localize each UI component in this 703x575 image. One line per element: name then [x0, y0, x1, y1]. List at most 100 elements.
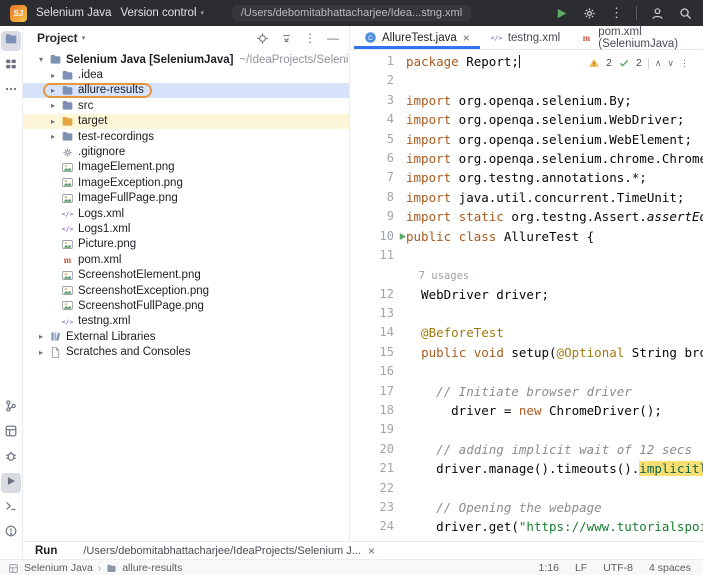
chevron-right-icon[interactable]: ▸	[47, 132, 59, 141]
chevron-right-icon[interactable]: ▸	[47, 117, 59, 126]
encoding-widget[interactable]: UTF-8	[603, 562, 633, 574]
tab-testng-xml[interactable]: </>testng.xml	[480, 26, 570, 49]
code-text[interactable]: import java.util.concurrent.TimeUnit;	[406, 188, 703, 207]
code-text[interactable]	[406, 420, 703, 439]
project-menu-button[interactable]: Selenium Java	[36, 7, 111, 19]
chevron-down-icon[interactable]: ▾	[35, 55, 47, 64]
prev-problem-button[interactable]: ∧	[655, 58, 662, 69]
code-text[interactable]: 7 usages	[406, 265, 703, 284]
code-text[interactable]	[406, 479, 703, 498]
code-text[interactable]: WebDriver driver;	[406, 285, 703, 304]
close-run-tab-icon[interactable]: ×	[368, 544, 375, 558]
tree-item-label: src	[78, 100, 93, 112]
app-logo[interactable]: SJ	[10, 5, 27, 22]
tree-item-pom-xml[interactable]: mpom.xml	[23, 252, 349, 267]
tree-item-logs-xml[interactable]: </>Logs.xml	[23, 206, 349, 221]
code-text[interactable]: driver = new ChromeDriver();	[406, 401, 703, 420]
run-tab[interactable]: /Users/debomitabhattacharjee/IdeaProject…	[83, 544, 375, 558]
code-text[interactable]: public void setup(@Optional String brows…	[406, 343, 703, 362]
collapse-all-button[interactable]	[280, 32, 293, 45]
breadcrumb-project[interactable]: Selenium Java	[24, 562, 93, 574]
search-button[interactable]	[678, 6, 693, 21]
run-button[interactable]	[554, 6, 569, 21]
debug-icon	[4, 449, 18, 468]
tree-item-screenshotelement-png[interactable]: ScreenshotElement.png	[23, 267, 349, 282]
tree-item-logs1-xml[interactable]: </>Logs1.xml	[23, 221, 349, 236]
code-text[interactable]: import org.openqa.selenium.By;	[406, 91, 703, 110]
code-text[interactable]: import org.openqa.selenium.chrome.Chrome…	[406, 149, 703, 168]
code-text[interactable]: import org.testng.annotations.*;	[406, 168, 703, 187]
code-text[interactable]: import org.openqa.selenium.WebElement;	[406, 130, 703, 149]
line-separator-widget[interactable]: LF	[575, 562, 587, 574]
code-text[interactable]: // Initiate browser driver	[406, 382, 703, 401]
close-tab-icon[interactable]: ×	[463, 31, 470, 45]
chevron-right-icon[interactable]: ▸	[47, 86, 59, 95]
tree-item-testng-xml[interactable]: </>testng.xml	[23, 314, 349, 329]
hide-panel-button[interactable]: —	[327, 32, 339, 44]
tool-project-button[interactable]	[1, 31, 21, 51]
tool-problems-button[interactable]	[1, 523, 21, 543]
chevron-right-icon[interactable]: ▸	[47, 71, 59, 80]
tree-item-test-recordings[interactable]: ▸test-recordings	[23, 129, 349, 144]
chevron-right-icon[interactable]: ▸	[47, 101, 59, 110]
warning-icon[interactable]	[588, 57, 600, 69]
file-path-breadcrumb[interactable]: /Users/debomitabhattacharjee/Idea...stng…	[232, 5, 471, 21]
tree-item-external-libraries[interactable]: ▸External Libraries	[23, 329, 349, 344]
tab-alluretest-java[interactable]: CAllureTest.java×	[354, 26, 480, 49]
tool-run-button[interactable]	[1, 473, 21, 493]
run-gutter-icon[interactable]	[397, 231, 408, 242]
project-panel-title[interactable]: Project	[37, 31, 78, 45]
panel-options-button[interactable]: ⋮	[304, 32, 316, 44]
code-text[interactable]: public class AllureTest {	[406, 227, 703, 246]
tree-item-gitignore[interactable]: .gitignore	[23, 144, 349, 159]
tree-item-target[interactable]: ▸target	[23, 114, 349, 129]
tree-item-imageexception-png[interactable]: ImageException.png	[23, 175, 349, 190]
more-actions-button[interactable]: ⋮	[610, 5, 623, 21]
tool-terminal-button[interactable]	[1, 498, 21, 518]
user-account-button[interactable]	[650, 6, 665, 21]
tool-structure-button[interactable]	[1, 56, 21, 76]
tree-item-imagefullpage-png[interactable]: ImageFullPage.png	[23, 191, 349, 206]
tab-pom-xml-seleniumjava[interactable]: mpom.xml (SeleniumJava)	[570, 26, 703, 49]
code-text[interactable]: driver.manage().timeouts().implicitlyWai…	[406, 459, 703, 478]
inspection-menu-button[interactable]: ⋮	[680, 58, 689, 69]
code-text[interactable]: import static org.testng.Assert.assertEq…	[406, 207, 703, 226]
code-text[interactable]	[406, 71, 703, 90]
tree-item-selenium-java-seleniumjava[interactable]: ▾Selenium Java [SeleniumJava]~/IdeaProje…	[23, 52, 349, 67]
tree-item-idea[interactable]: ▸.idea	[23, 67, 349, 82]
locate-file-button[interactable]	[256, 32, 269, 45]
vcs-menu-button[interactable]: Version control ▾	[120, 7, 204, 19]
settings-gear-icon[interactable]	[582, 6, 597, 21]
next-problem-button[interactable]: ∨	[667, 58, 674, 69]
project-icon	[4, 32, 18, 51]
tree-item-scratches-and-consoles[interactable]: ▸Scratches and Consoles	[23, 344, 349, 359]
tree-item-label: .gitignore	[78, 146, 125, 158]
tool-git-button[interactable]	[1, 398, 21, 418]
code-text[interactable]	[406, 362, 703, 381]
code-text[interactable]: // adding implicit wait of 12 secs	[406, 440, 703, 459]
tree-item-screenshotexception-png[interactable]: ScreenshotException.png	[23, 283, 349, 298]
code-text[interactable]: driver.get("https://www.tutorialspoint.c…	[406, 517, 703, 536]
code-text[interactable]: import org.openqa.selenium.WebDriver;	[406, 110, 703, 129]
tree-item-screenshotfullpage-png[interactable]: ScreenshotFullPage.png	[23, 298, 349, 313]
run-panel-title[interactable]: Run	[35, 545, 57, 557]
check-icon[interactable]	[618, 57, 630, 69]
tool-debug-button[interactable]	[1, 448, 21, 468]
chevron-right-icon[interactable]: ▸	[35, 348, 47, 357]
caret-position-widget[interactable]: 1:16	[539, 562, 559, 574]
code-text[interactable]: // Opening the webpage	[406, 498, 703, 517]
tree-item-allure-results[interactable]: ▸allure-results	[23, 83, 349, 98]
code-text[interactable]	[406, 246, 703, 265]
chevron-right-icon[interactable]: ▸	[35, 332, 47, 341]
code-text[interactable]	[406, 304, 703, 323]
tree-item-src[interactable]: ▸ src	[23, 98, 349, 113]
editor-body[interactable]: 1package Report;23import org.openqa.sele…	[350, 50, 703, 541]
indent-widget[interactable]: 4 spaces	[649, 562, 691, 574]
tree-item-picture-png[interactable]: Picture.png	[23, 237, 349, 252]
breadcrumb-folder[interactable]: allure-results	[122, 562, 182, 574]
tree-item-label: Logs.xml	[78, 208, 124, 220]
tree-item-imageelement-png[interactable]: ImageElement.png	[23, 160, 349, 175]
tool-services-button[interactable]	[1, 423, 21, 443]
code-text[interactable]: @BeforeTest	[406, 323, 703, 342]
tool-more-tools-button[interactable]	[1, 81, 21, 101]
